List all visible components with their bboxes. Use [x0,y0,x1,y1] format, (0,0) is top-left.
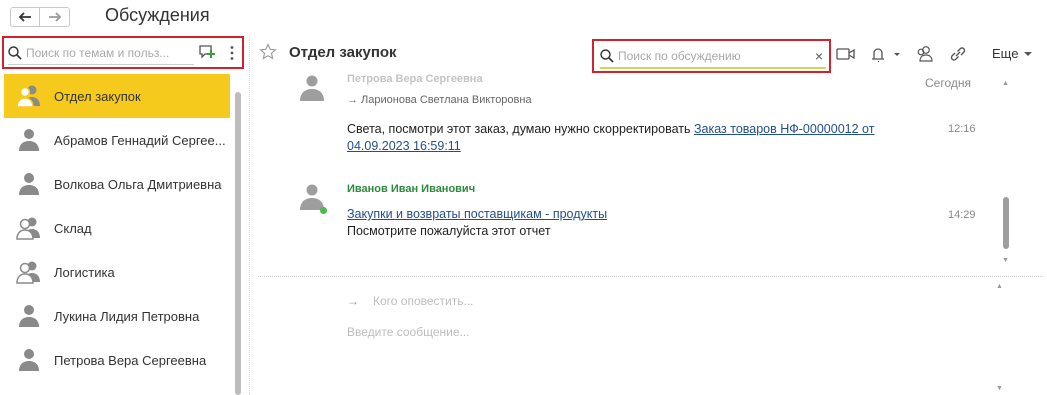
more-menu-label: Еще [992,46,1019,61]
group-icon [16,217,40,240]
panel-divider [249,36,250,395]
title-bar: Обсуждения [0,0,1047,36]
forward-button[interactable] [40,7,70,27]
link-icon[interactable] [948,45,968,63]
scroll-up-icon[interactable]: ▲ [1002,80,1009,87]
sidebar-item-label: Волкова Ольга Дмитриевна [54,176,222,192]
sidebar-item-label: Петрова Вера Сергеевна [54,352,207,368]
sidebar-item-label: Абрамов Геннадий Сергее... [54,132,226,148]
sidebar-scroll-thumb[interactable] [235,92,241,395]
message-input[interactable]: Введите сообщение... [347,325,470,339]
sidebar-item-volkova[interactable]: Волкова Ольга Дмитриевна [4,162,230,206]
sidebar-item-sklad[interactable]: Склад [4,206,230,250]
avatar-icon [300,75,324,101]
discussions-window: Обсуждения Поиск по темам и польз... Отд… [0,0,1047,395]
message-body: Света, посмотри этот заказ, думаю нужно … [347,121,907,155]
report-link[interactable]: Закупки и возвраты поставщикам - продукт… [347,207,607,221]
search-icon [600,48,614,63]
video-call-icon[interactable] [836,45,856,63]
message-text: Света, посмотри этот заказ, думаю нужно … [347,122,694,136]
discussion-search-highlight: Поиск по обсуждению × [592,39,831,73]
compose-scroll-down-icon[interactable]: ▼ [996,385,1003,392]
online-status-dot [320,207,327,214]
sidebar-item-label: Отдел закупок [54,88,141,104]
user-icon [19,173,39,195]
notify-placeholder: Кого оповестить... [373,294,474,308]
messages-scroll-thumb[interactable] [1003,197,1009,249]
message-sender[interactable]: Иванов Иван Иванович [347,183,475,195]
message-recipient: → Ларионова Светлана Викторовна [347,94,532,106]
arrow-right-icon [48,12,61,22]
sidebar-item-abramov[interactable]: Абрамов Геннадий Сергее... [4,118,230,162]
notification-bell-icon[interactable] [868,45,900,63]
sidebar-item-label: Лукина Лидия Петровна [54,308,200,324]
sidebar-item-lukina[interactable]: Лукина Лидия Петровна [4,294,230,338]
back-button[interactable] [10,7,40,27]
sidebar-item-logistika[interactable]: Логистика [4,250,230,294]
message-sender[interactable]: Петрова Вера Сергеевна [347,73,483,85]
scroll-down-icon[interactable]: ▼ [1002,257,1009,264]
discussion-list: Отдел закупок Абрамов Геннадий Сергее...… [4,74,230,382]
group-icon [16,85,40,108]
clear-icon[interactable]: × [812,48,826,64]
sidebar-search-highlight: Поиск по темам и польз... [2,36,244,69]
compose-divider [258,276,1043,277]
compose-scroll-up-icon[interactable]: ▲ [996,283,1003,290]
new-discussion-icon[interactable] [198,44,216,62]
chevron-down-icon [1024,51,1033,56]
discussion-title: Отдел закупок [289,44,397,61]
day-separator: Сегодня [925,76,971,90]
more-menu-button[interactable]: Еще [992,46,1033,61]
discussion-search-input[interactable]: Поиск по обсуждению × [600,44,826,69]
message-body: Закупки и возвраты поставщикам - продукт… [347,206,907,240]
window-title: Обсуждения [105,5,210,25]
message-time: 14:29 [948,209,976,221]
discussion-search-placeholder: Поиск по обсуждению [618,48,741,63]
sidebar-item-petrova[interactable]: Петрова Вера Сергеевна [4,338,230,382]
notify-recipients-field[interactable]: → Кого оповестить... [347,294,474,308]
sidebar-item-label: Склад [54,220,92,236]
user-icon [19,129,39,151]
group-icon [16,261,40,284]
sidebar-item-otdel-zakupok[interactable]: Отдел закупок [4,74,230,118]
star-icon[interactable] [259,43,277,61]
messages-scrollbar[interactable]: ▲ ▼ [1000,80,1012,268]
more-vertical-icon[interactable] [229,45,235,61]
sidebar-item-label: Логистика [54,264,115,280]
arrow-left-icon [18,12,31,22]
participants-icon[interactable] [915,45,935,63]
arrow-right-icon: → [347,294,359,308]
sidebar-scrollbar[interactable] [234,74,242,395]
message-text: Посмотрите пожалуйста этот отчет [347,224,551,238]
sidebar-search-placeholder: Поиск по темам и польз... [26,46,170,60]
message-time: 12:16 [948,123,976,135]
user-icon [19,349,39,371]
search-icon [8,46,22,60]
user-icon [19,305,39,327]
sidebar-search-input[interactable]: Поиск по темам и польз... [8,42,194,65]
